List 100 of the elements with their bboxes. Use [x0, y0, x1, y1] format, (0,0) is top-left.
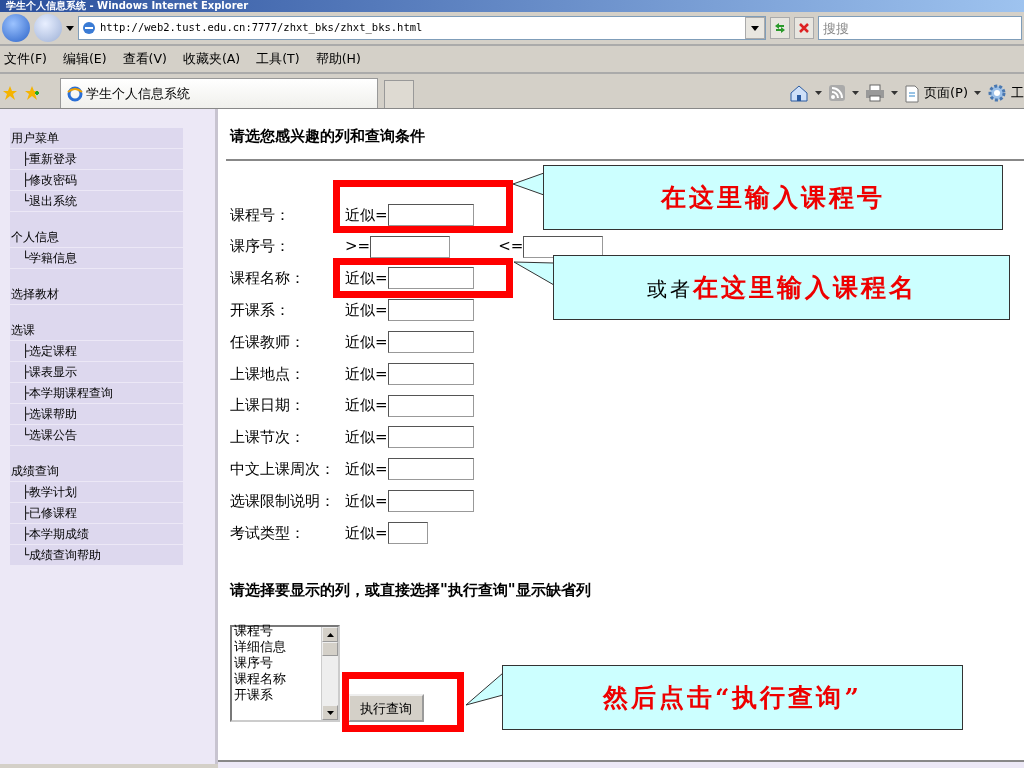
callout-text: 或者在这里输入课程名 — [646, 271, 917, 304]
sidebar-item[interactable]: 选课 — [10, 305, 183, 340]
sidebar-item[interactable]: ├课表显示 — [10, 362, 183, 382]
input-field[interactable] — [387, 267, 474, 290]
input-field[interactable] — [387, 331, 474, 354]
column-listbox[interactable]: 课程号 详细信息 课序号 课程名称 开课系 — [230, 625, 340, 723]
input-field[interactable] — [370, 235, 451, 258]
field-label: 开课系： — [230, 300, 291, 322]
field-label: 上课地点： — [230, 363, 306, 385]
tools-menu[interactable]: 工 — [987, 82, 1024, 104]
field-label: >= — [345, 236, 371, 258]
scroll-thumb[interactable] — [322, 642, 338, 657]
field-label: 近似= — [345, 363, 388, 385]
address-field[interactable]: http://web2.tust.edu.cn:7777/zhxt_bks/zhxt_bks.html — [78, 16, 766, 40]
menu-item[interactable]: 工具(T) — [256, 49, 300, 69]
field-label: 近似= — [345, 490, 388, 512]
star-icon[interactable] — [2, 85, 18, 101]
field-label: 近似= — [345, 395, 388, 417]
field-label: 选课限制说明： — [230, 490, 336, 512]
sidebar-item[interactable]: ├选课帮助 — [10, 404, 183, 424]
sidebar-item[interactable]: └成绩查询帮助 — [10, 545, 183, 565]
field-label: 中文上课周次： — [230, 459, 336, 480]
scroll-up-button[interactable] — [322, 627, 338, 643]
field-label: 任课教师： — [230, 331, 306, 353]
field-label: 近似= — [345, 522, 388, 544]
refresh-icon — [773, 21, 787, 35]
field-label: 课序号： — [230, 236, 291, 258]
field-label: 课程名称： — [230, 268, 306, 290]
input-field[interactable] — [387, 458, 474, 481]
sidebar-item[interactable]: 用户菜单 — [10, 128, 183, 148]
settings-icon — [987, 82, 1007, 104]
page-icon — [904, 83, 920, 103]
caret-icon[interactable] — [66, 25, 74, 31]
caret-icon — [326, 632, 334, 637]
menu-item[interactable]: 编辑(E) — [62, 49, 107, 69]
refresh-button[interactable] — [770, 17, 790, 39]
sidebar-item[interactable]: 选择教材 — [10, 269, 183, 304]
field-label: 课程号： — [230, 204, 291, 226]
sidebar-item[interactable]: ├已修课程 — [10, 503, 183, 523]
caret-icon[interactable] — [974, 91, 981, 95]
input-field[interactable] — [387, 203, 474, 226]
scroll-down-button[interactable] — [322, 705, 338, 721]
menu-item[interactable]: 文件(F) — [4, 49, 47, 69]
list-option[interactable]: 详细信息 — [234, 639, 321, 656]
back-button[interactable] — [2, 14, 30, 42]
window-title: 学生个人信息系统 - Windows Internet Explorer — [0, 0, 1024, 12]
menu-item[interactable]: 收藏夹(A) — [182, 49, 241, 69]
caret-icon — [751, 25, 759, 31]
field-label: 上课日期： — [230, 395, 306, 417]
sidebar-item[interactable]: ├本学期课程查询 — [10, 383, 183, 403]
caret-icon[interactable] — [852, 91, 859, 95]
caret-icon[interactable] — [891, 91, 898, 95]
query-button[interactable]: 执行查询 — [348, 694, 424, 723]
browser-tab[interactable]: 学生个人信息系统 — [60, 78, 378, 108]
input-field[interactable] — [523, 235, 604, 258]
field-label: 近似= — [345, 204, 388, 226]
field-label: 近似= — [345, 459, 388, 480]
section-heading: 请选择要显示的列，或直接选择"执行查询"显示缺省列 — [230, 579, 592, 601]
input-field[interactable] — [387, 521, 428, 544]
printer-icon[interactable] — [865, 84, 885, 102]
stop-button[interactable] — [794, 17, 814, 39]
menu-item[interactable]: 查看(V) — [122, 49, 167, 69]
field-label: 近似= — [345, 268, 388, 290]
sidebar-item[interactable]: ├本学期成绩 — [10, 524, 183, 544]
url-text: http://web2.tust.edu.cn:7777/zhxt_bks/zhxt_bks.html — [100, 20, 424, 36]
caret-icon[interactable] — [815, 91, 822, 95]
home-icon[interactable] — [789, 83, 809, 103]
list-option[interactable]: 开课系 — [234, 687, 321, 704]
globe-icon — [82, 21, 96, 35]
field-label: <= — [498, 236, 524, 258]
search-field[interactable]: 搜搜 — [818, 16, 1022, 40]
callout-text: 然后点击“执行查询” — [603, 681, 862, 714]
menu-item[interactable]: 帮助(H) — [315, 49, 361, 69]
sidebar-item[interactable]: ├选定课程 — [10, 341, 183, 361]
section-heading: 请选您感兴趣的列和查询条件 — [230, 126, 426, 147]
callout-text: 在这里输入课程号 — [661, 181, 885, 214]
list-option[interactable]: 课程名称 — [234, 671, 321, 688]
list-option[interactable]: 课序号 — [234, 655, 321, 672]
sidebar-item[interactable]: ├教学计划 — [10, 482, 183, 502]
field-label: 近似= — [345, 300, 388, 322]
sidebar-item[interactable]: 个人信息 — [10, 212, 183, 247]
field-label: 上课节次： — [230, 427, 306, 449]
input-field[interactable] — [387, 426, 474, 449]
sidebar-item[interactable]: ├重新登录 — [10, 149, 183, 169]
input-field[interactable] — [387, 299, 474, 322]
sidebar-item[interactable]: └选课公告 — [10, 425, 183, 445]
sidebar-item[interactable]: ├修改密码 — [10, 170, 183, 190]
sidebar-item[interactable]: └学籍信息 — [10, 248, 183, 268]
input-field[interactable] — [387, 394, 474, 417]
field-label: 考试类型： — [230, 522, 306, 544]
input-field[interactable] — [387, 362, 474, 385]
page-menu[interactable]: 页面(P) — [904, 83, 968, 103]
field-label: 近似= — [345, 427, 388, 449]
dropdown-button[interactable] — [745, 17, 765, 39]
tab-label: 学生个人信息系统 — [86, 84, 190, 103]
sidebar-item[interactable]: 成绩查询 — [10, 446, 183, 481]
input-field[interactable] — [387, 490, 474, 513]
sidebar-item[interactable]: └退出系统 — [10, 191, 183, 211]
list-option[interactable]: 课程号 — [234, 623, 321, 640]
field-label: 近似= — [345, 331, 388, 353]
